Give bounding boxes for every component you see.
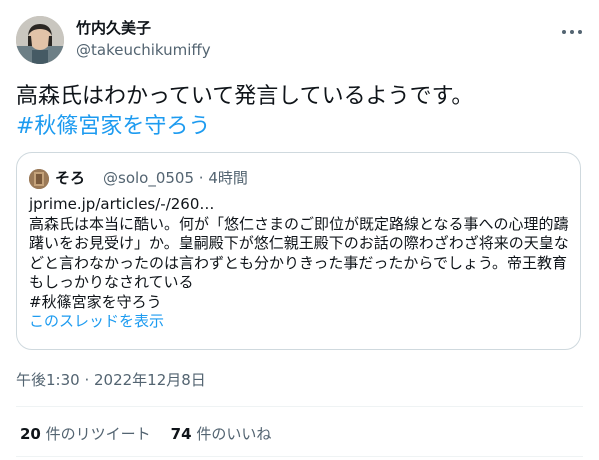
quoted-text-line: 躇いをお見受け」か。皇嗣殿下が悠仁親王殿下のお話の際わざわざ将来の天皇な <box>29 234 569 252</box>
quoted-author-meta: @solo_0505 · 4時間 <box>103 168 248 188</box>
retweets-count: 20 <box>20 425 41 443</box>
engagement-stats: 20 件のリツイート 74 件のいいね <box>20 424 271 444</box>
quoted-author-avatar <box>29 169 49 189</box>
retweets-label: 件のリツイート <box>45 425 151 443</box>
tweet-text-line: 高森氏はわかっていて発言しているようです。 <box>16 84 474 109</box>
likes-label: 件のいいね <box>196 425 272 443</box>
likes-count: 74 <box>170 425 192 443</box>
tweet-card: 竹内久美子 @takeuchikumiffy 高森氏はわかっていて発言しているよ… <box>0 0 599 460</box>
quoted-text-line: 高森氏は本当に酷い。何が「悠仁さまのご即位が既定路線となる事への心理的躊 <box>29 214 569 233</box>
tweet-hashtag-link[interactable]: #秋篠宮家を守ろう <box>16 112 586 142</box>
quoted-url-line: jprime.jp/articles/-/260… <box>29 195 215 213</box>
retweets-stat[interactable]: 20 件のリツイート <box>20 424 151 444</box>
divider <box>16 406 583 407</box>
quoted-tweet-age: · 4時間 <box>198 169 248 187</box>
quoted-author-handle: @solo_0505 <box>103 169 195 187</box>
quoted-hashtag: #秋篠宮家を守ろう <box>29 292 162 311</box>
more-options-icon[interactable] <box>556 20 588 44</box>
more-dot <box>570 30 574 34</box>
tweet-timestamp[interactable]: 午後1:30 · 2022年12月8日 <box>16 370 206 390</box>
show-thread-link[interactable]: このスレッドを表示 <box>29 312 574 332</box>
author-display-name[interactable]: 竹内久美子 <box>76 18 151 38</box>
likes-stat[interactable]: 74 件のいいね <box>171 424 272 444</box>
author-handle[interactable]: @takeuchikumiffy <box>76 40 211 60</box>
quoted-tweet[interactable]: そろ @solo_0505 · 4時間 jprime.jp/articles/-… <box>16 152 581 350</box>
divider <box>16 456 583 457</box>
more-dot <box>562 30 566 34</box>
author-avatar-photo <box>16 16 64 64</box>
tweet-text: 高森氏はわかっていて発言しているようです。 #秋篠宮家を守ろう <box>16 82 586 142</box>
quoted-avatar-image <box>29 169 49 189</box>
author-avatar[interactable] <box>16 16 64 64</box>
quoted-text-line: もしっかりなされている <box>29 273 194 291</box>
more-dot <box>578 30 582 34</box>
quoted-text-line: どと言わなかったのは言わずとも分かりきった事だったからでしょう。帝王教育 <box>29 253 568 272</box>
quoted-tweet-body: jprime.jp/articles/-/260… 高森氏は本当に酷い。何が「悠… <box>29 195 574 332</box>
quoted-author-name: そろ <box>55 169 86 187</box>
